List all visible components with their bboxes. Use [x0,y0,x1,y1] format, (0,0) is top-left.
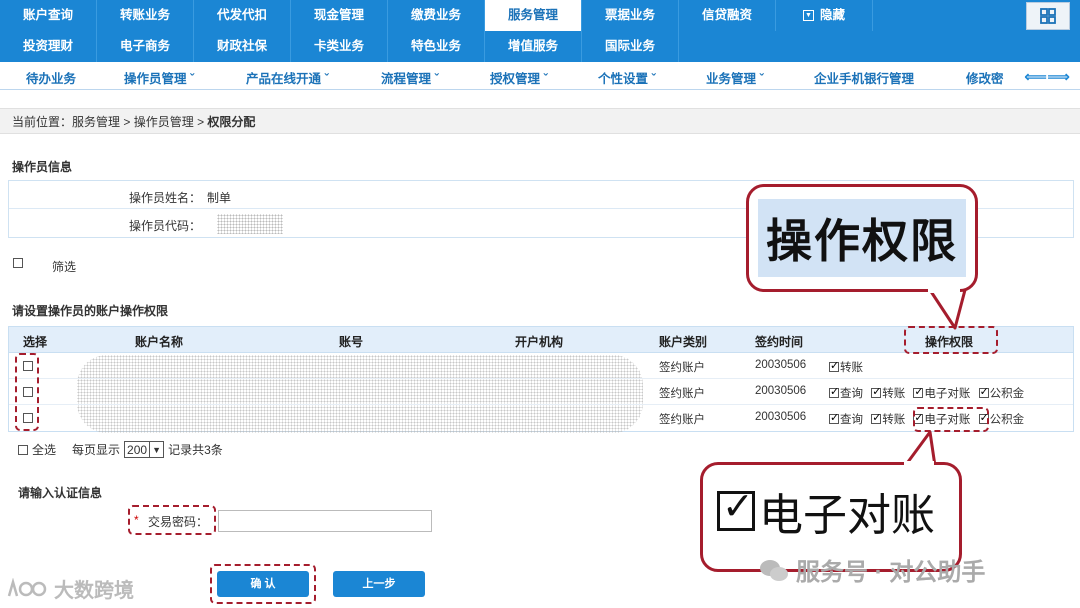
watermark-left: 大数跨境 [6,574,134,603]
brand-logo-icon [7,577,47,596]
watermark-right: 服务号 · 对公助手 [760,552,985,587]
wechat-icon [760,558,790,582]
watermark-left-text: 大数跨境 [54,580,134,602]
callout-seam [904,461,934,467]
callout-e-reconciliation-text: 电子对账 [759,490,935,541]
callout-permissions: 操作权限 [746,184,978,292]
callout-seam [928,287,960,293]
callout-e-reconciliation-content: ✓ 电子对账 [717,479,935,543]
callout-permissions-text: 操作权限 [758,199,966,277]
checkbox-checked-icon: ✓ [717,488,755,531]
watermark-right-text: 服务号 · 对公助手 [796,559,986,586]
